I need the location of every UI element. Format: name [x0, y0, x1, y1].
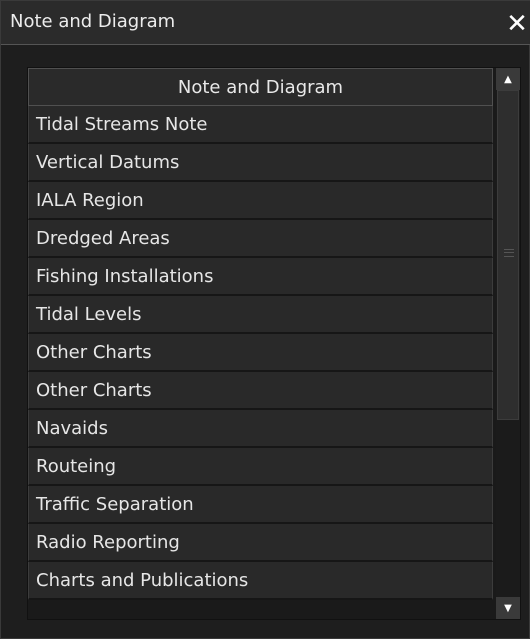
list-item[interactable]: Other Charts: [28, 372, 493, 410]
scroll-up-arrow-icon: ▲: [504, 73, 512, 85]
list-item[interactable]: Radio Reporting: [28, 524, 493, 562]
close-icon: ✕: [506, 9, 528, 39]
list-item[interactable]: Routeing: [28, 448, 493, 486]
list-item[interactable]: Tidal Levels: [28, 296, 493, 334]
note-and-diagram-window: Note and Diagram ✕ Note and Diagram Tida…: [0, 0, 530, 639]
vertical-scrollbar[interactable]: ▲ ▼: [496, 68, 520, 619]
list-header[interactable]: Note and Diagram: [28, 68, 493, 106]
title-bar: Note and Diagram ✕: [1, 1, 530, 45]
scroll-down-arrow-icon: ▼: [504, 602, 512, 614]
scroll-track[interactable]: [496, 90, 520, 597]
list-item[interactable]: Traffic Separation: [28, 486, 493, 524]
scroll-thumb[interactable]: [497, 90, 519, 420]
grip-icon: [504, 249, 514, 257]
list-item[interactable]: Vertical Datums: [28, 144, 493, 182]
list-item[interactable]: Other Charts: [28, 334, 493, 372]
note-diagram-list: Note and Diagram Tidal Streams Note Vert…: [28, 68, 493, 619]
list-item[interactable]: Navaids: [28, 410, 493, 448]
list-panel: Note and Diagram Tidal Streams Note Vert…: [27, 67, 521, 620]
list-item[interactable]: Dredged Areas: [28, 220, 493, 258]
close-button[interactable]: ✕: [504, 10, 530, 38]
scroll-down-button[interactable]: ▼: [496, 597, 520, 619]
list-item[interactable]: IALA Region: [28, 182, 493, 220]
scroll-up-button[interactable]: ▲: [496, 68, 520, 90]
list-item[interactable]: Fishing Installations: [28, 258, 493, 296]
list-item[interactable]: Tidal Streams Note: [28, 106, 493, 144]
window-title: Note and Diagram: [10, 11, 176, 32]
list-item[interactable]: Charts and Publications: [28, 562, 493, 600]
